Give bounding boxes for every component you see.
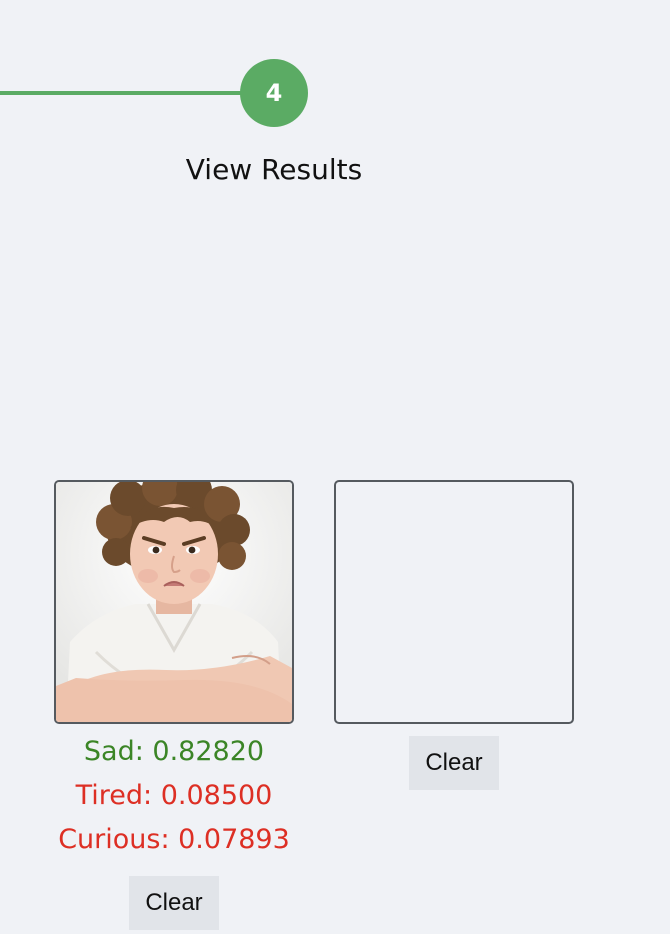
uploaded-photo bbox=[56, 482, 292, 722]
result-card: Sad: 0.82820 Tired: 0.08500 Curious: 0.0… bbox=[54, 480, 294, 930]
step-indicator: 4 bbox=[240, 59, 308, 127]
clear-button[interactable]: Clear bbox=[409, 736, 499, 790]
result-card-empty: Clear bbox=[334, 480, 574, 790]
clear-button[interactable]: Clear bbox=[129, 876, 219, 930]
step-title: View Results bbox=[185, 153, 363, 186]
score-tired: Tired: 0.08500 bbox=[75, 780, 273, 811]
score-curious: Curious: 0.07893 bbox=[58, 824, 290, 855]
results-page: 4 View Results Sad: 0.82820 Tired: 0.085… bbox=[0, 0, 670, 934]
empty-image-frame[interactable] bbox=[334, 480, 574, 724]
emotion-scores: Sad: 0.82820 Tired: 0.08500 Curious: 0.0… bbox=[58, 730, 290, 862]
score-sad: Sad: 0.82820 bbox=[83, 736, 265, 767]
step-number: 4 bbox=[265, 79, 283, 107]
progress-line bbox=[0, 91, 250, 95]
uploaded-image-frame bbox=[54, 480, 294, 724]
